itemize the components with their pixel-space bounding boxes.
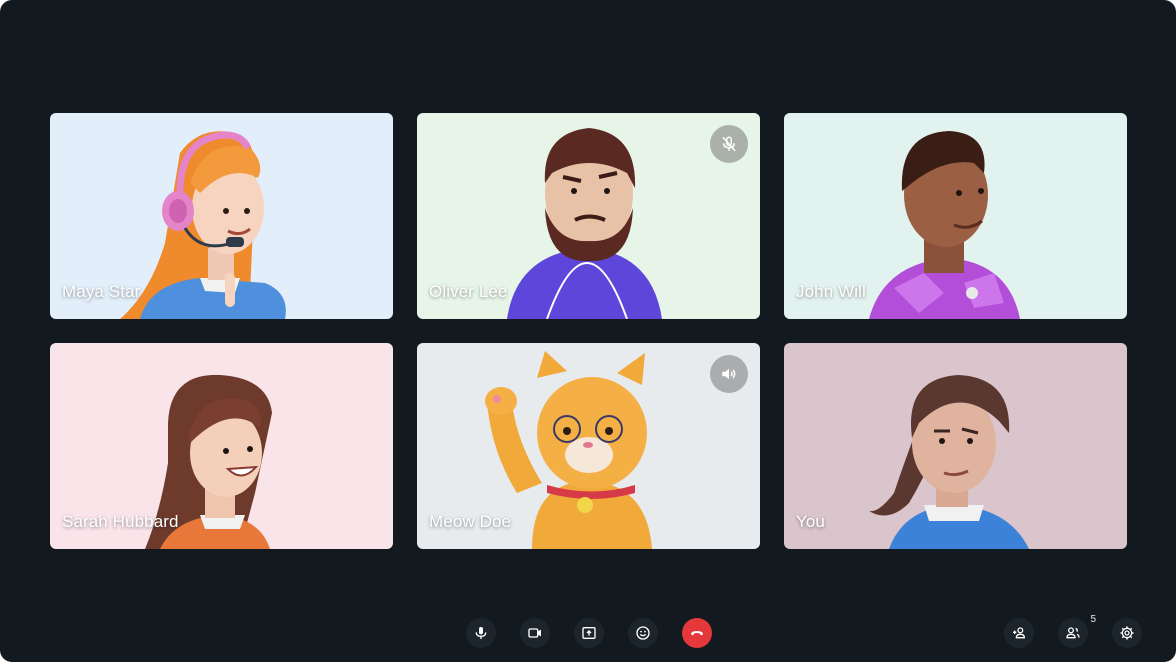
call-controls: 5 — [0, 614, 1176, 652]
speaker-icon — [722, 368, 736, 380]
end-call-icon — [691, 631, 703, 636]
add-person-icon — [1013, 627, 1026, 639]
video-grid: Maya Star Oliver Lee John Will Sarah Hub… — [50, 113, 1127, 549]
participants-icon — [1066, 627, 1080, 639]
participant-name: Meow Doe — [429, 512, 512, 531]
emoji-button[interactable] — [628, 618, 658, 648]
speaker-badge — [710, 355, 748, 393]
participant-tile-john-will[interactable]: John Will — [784, 113, 1127, 319]
present-screen-button[interactable] — [574, 618, 604, 648]
participant-count: 5 — [1090, 614, 1096, 625]
end-call-button[interactable] — [682, 618, 712, 648]
participant-tile-maya-star[interactable]: Maya Star — [50, 113, 393, 319]
participant-tile-oliver-lee[interactable]: Oliver Lee — [417, 113, 760, 319]
microphone-button[interactable] — [466, 618, 496, 648]
participant-name: John Will — [796, 282, 866, 301]
participant-tile-you[interactable]: You — [784, 343, 1127, 549]
microphone-icon — [475, 627, 487, 639]
mic-off-icon — [722, 136, 736, 152]
mic-off-badge — [710, 125, 748, 163]
participant-name: Maya Star — [62, 282, 141, 301]
camera-icon — [528, 628, 541, 638]
emoji-icon — [636, 626, 650, 640]
add-person-button[interactable] — [1004, 618, 1034, 648]
participant-tile-meow-doe[interactable]: Meow Doe — [417, 343, 760, 549]
participant-name: Oliver Lee — [429, 282, 508, 301]
meeting-window: Maya Star Oliver Lee John Will Sarah Hub… — [0, 0, 1176, 662]
avatar-you — [869, 375, 1029, 549]
participant-name: Sarah Hubbard — [62, 512, 179, 531]
present-screen-icon — [582, 627, 596, 639]
settings-icon — [1120, 626, 1134, 640]
participants-button[interactable]: 5 — [1058, 614, 1096, 648]
participant-tile-sarah-hubbard[interactable]: Sarah Hubbard — [50, 343, 393, 549]
settings-button[interactable] — [1112, 618, 1142, 648]
participant-name: You — [796, 512, 825, 531]
camera-button[interactable] — [520, 618, 550, 648]
